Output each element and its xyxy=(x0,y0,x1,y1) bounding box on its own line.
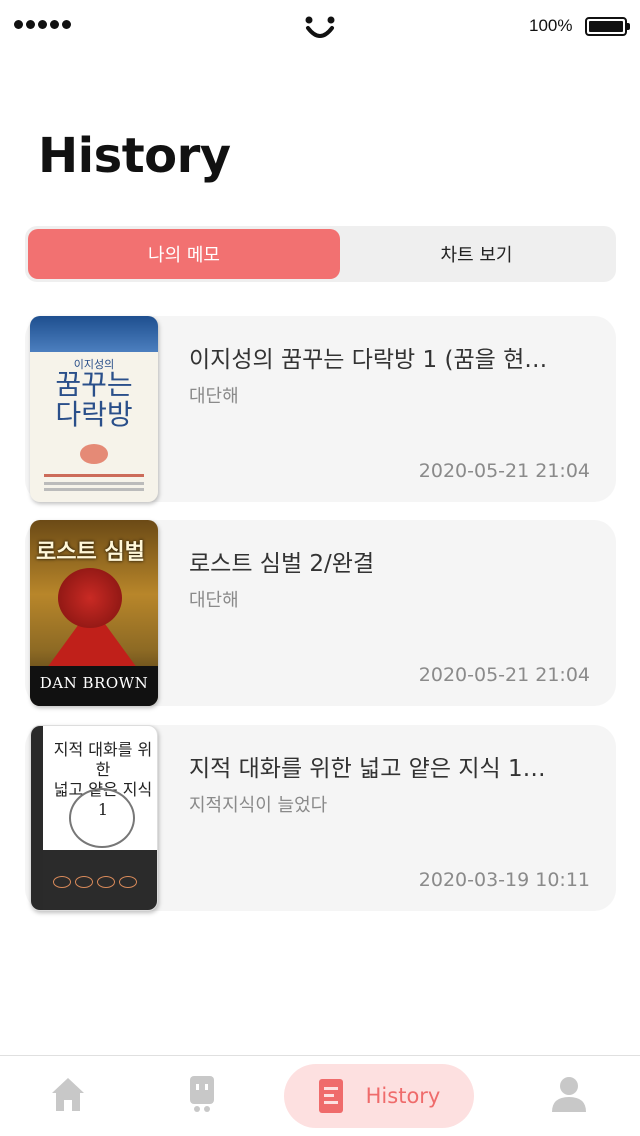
home-icon xyxy=(52,1078,84,1111)
tab-robot[interactable] xyxy=(172,1072,232,1116)
page-title: History xyxy=(38,128,231,184)
tab-profile[interactable] xyxy=(540,1072,598,1116)
tab-home[interactable] xyxy=(40,1072,96,1116)
tab-history[interactable]: History xyxy=(284,1064,474,1128)
memo-text: 대단해 xyxy=(189,386,239,407)
book-title: 로스트 심벌 2/완결 xyxy=(189,551,375,577)
tab-my-memo[interactable]: 나의 메모 xyxy=(28,229,340,279)
bottom-tab-bar: History xyxy=(0,1055,640,1136)
tab-history-label: History xyxy=(365,1084,441,1108)
book-title: 이지성의 꿈꾸는 다락방 1 (꿈을 현… xyxy=(189,347,548,373)
history-card[interactable]: 이지성의 꿈꾸는 다락방 이지성의 꿈꾸는 다락방 1 (꿈을 현… 대단해 2… xyxy=(25,316,616,502)
battery-icon xyxy=(585,17,630,36)
book-cover-image: 이지성의 꿈꾸는 다락방 xyxy=(30,316,158,502)
status-bar: 100% xyxy=(0,0,640,54)
tab-chart[interactable]: 차트 보기 xyxy=(340,229,613,279)
segmented-control: 나의 메모 차트 보기 xyxy=(25,226,616,282)
memo-text: 지적지식이 늘었다 xyxy=(189,795,328,816)
smiley-icon xyxy=(305,16,335,38)
book-cover-image: 로스트 심벌 DAN BROWN xyxy=(30,520,158,706)
robot-icon xyxy=(190,1076,214,1112)
memo-date: 2020-05-21 21:04 xyxy=(418,664,590,686)
history-card[interactable]: 로스트 심벌 DAN BROWN 로스트 심벌 2/완결 대단해 2020-05… xyxy=(25,520,616,706)
book-cover-image: 지적 대화를 위한 넓고 얕은 지식 1 xyxy=(30,725,158,911)
signal-dots-icon xyxy=(14,20,71,29)
book-title: 지적 대화를 위한 넓고 얕은 지식 1… xyxy=(189,756,546,782)
profile-icon xyxy=(552,1077,586,1112)
cover-main-title: 로스트 심벌 xyxy=(36,540,145,565)
history-card[interactable]: 지적 대화를 위한 넓고 얕은 지식 1 지적 대화를 위한 넓고 얕은 지식 … xyxy=(25,725,616,911)
cover-main-title: 꿈꾸는 다락방 xyxy=(55,368,133,431)
document-icon xyxy=(318,1079,343,1113)
cover-author: DAN BROWN xyxy=(39,674,149,692)
memo-date: 2020-03-19 10:11 xyxy=(418,869,590,891)
memo-text: 대단해 xyxy=(189,590,239,611)
battery-percent: 100% xyxy=(529,16,573,35)
memo-date: 2020-05-21 21:04 xyxy=(418,460,590,482)
